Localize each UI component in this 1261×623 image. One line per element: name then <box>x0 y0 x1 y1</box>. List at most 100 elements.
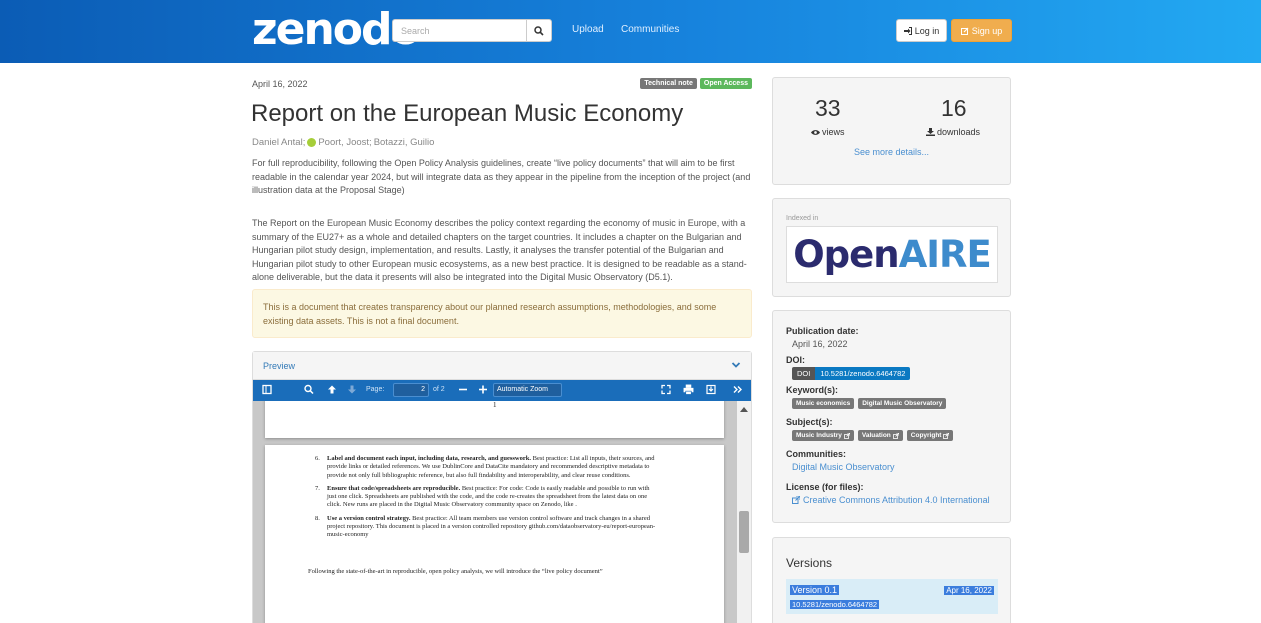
orcid-icon[interactable] <box>307 138 317 147</box>
license-text: Creative Commons Attribution 4.0 Interna… <box>803 495 990 505</box>
pdf-scrollbar[interactable] <box>737 401 751 623</box>
item-text: Use a version control strategy. Best pra… <box>327 515 660 540</box>
sidebar-toggle-icon[interactable] <box>262 384 272 395</box>
indexed-card: Indexed in Open AIRE <box>772 198 1011 297</box>
nav-communities[interactable]: Communities <box>621 24 679 35</box>
zoom-in-icon[interactable] <box>478 384 488 395</box>
keyword-tag[interactable]: Music economics <box>792 398 855 409</box>
license-label: License (for files): <box>786 482 864 492</box>
views-label: views <box>811 127 845 137</box>
preview-header[interactable]: Preview <box>253 352 751 380</box>
doi-badge-prefix: DOI <box>792 367 816 380</box>
author-name: Botazzi, Guilio <box>373 137 435 148</box>
authors: Daniel Antal; Poort, Joost; Botazzi, Gui… <box>252 137 434 148</box>
record-date: April 16, 2022 <box>252 79 308 89</box>
version-date: Apr 16, 2022 <box>944 586 994 595</box>
author-name: Poort, Joost; <box>318 137 372 148</box>
community-link[interactable]: Digital Music Observatory <box>792 462 895 472</box>
openaire-logo-aire: AIRE <box>898 233 992 276</box>
pdf-viewer[interactable]: 1 6. Label and document each input, incl… <box>253 401 751 623</box>
preview-panel: Preview Page: 2 of 2 Automatic Zoom 1 6.… <box>252 351 752 623</box>
list-item: 7. Ensure that code/spreadsheets are rep… <box>315 485 660 510</box>
tools-menu-icon[interactable] <box>733 384 743 395</box>
openaire-logo[interactable]: Open AIRE <box>786 226 998 283</box>
zoom-out-icon[interactable] <box>458 384 468 395</box>
search-icon[interactable] <box>304 384 314 395</box>
search-form <box>392 19 552 42</box>
version-row[interactable]: Version 0.1 Apr 16, 2022 10.5281/zenodo.… <box>786 579 998 614</box>
subjects-label: Subject(s): <box>786 417 833 427</box>
description-paragraph: The Report on the European Music Economy… <box>252 218 747 282</box>
openaire-logo-open: Open <box>793 233 899 276</box>
subject-tag[interactable]: Music Industry <box>792 430 854 441</box>
author-name: Daniel Antal; <box>252 137 306 148</box>
metadata-card: Publication date: April 16, 2022 DOI: DO… <box>772 310 1011 523</box>
subject-tag[interactable]: Copyright <box>906 430 954 441</box>
search-button[interactable] <box>526 19 552 42</box>
indexed-label: Indexed in <box>786 215 819 222</box>
search-input[interactable] <box>392 19 526 42</box>
signup-label: Sign up <box>971 25 1003 36</box>
chevron-down-icon[interactable] <box>731 360 741 370</box>
doi-label: DOI: <box>786 355 805 365</box>
external-link-icon <box>892 432 899 439</box>
preview-label: Preview <box>263 361 296 371</box>
versions-card: Versions Version 0.1 Apr 16, 2022 10.528… <box>772 537 1011 623</box>
external-link-icon <box>943 432 950 439</box>
publication-date-value: April 16, 2022 <box>792 339 848 349</box>
version-name[interactable]: Version 0.1 <box>790 585 840 595</box>
pdf-text: 6. Label and document each input, includ… <box>315 455 660 545</box>
pdf-page: 1 <box>265 401 724 438</box>
item-heading: Label and document each input, including… <box>327 455 532 462</box>
login-button[interactable]: Log in <box>896 19 947 42</box>
versions-title: Versions <box>786 556 833 570</box>
keyword-tag[interactable]: Digital Music Observatory <box>858 398 947 409</box>
communities-label: Communities: <box>786 449 847 459</box>
views-text: views <box>822 127 845 137</box>
sign-in-icon <box>903 26 912 35</box>
list-item: 8. Use a version control strategy. Best … <box>315 515 660 540</box>
downloads-label: downloads <box>926 127 980 137</box>
subject-label: Copyright <box>910 432 942 439</box>
external-link-icon <box>843 432 850 439</box>
doi-badge[interactable]: DOI 10.5281/zenodo.6464782 <box>792 367 911 380</box>
stats-card: 33 views 16 downloads See more details..… <box>772 77 1011 185</box>
item-number: 8. <box>315 514 320 522</box>
record-title: Report on the European Music Economy <box>251 100 684 127</box>
page-number: 1 <box>493 401 497 409</box>
fullscreen-icon[interactable] <box>661 384 671 395</box>
version-doi: 10.5281/zenodo.6464782 <box>790 600 880 609</box>
scroll-up-arrow-icon[interactable] <box>740 406 748 412</box>
eye-icon <box>811 129 820 135</box>
scrollbar-thumb[interactable] <box>739 511 749 553</box>
downloads-count: 16 <box>941 95 967 121</box>
search-icon <box>534 25 544 36</box>
subject-label: Music Industry <box>796 432 842 439</box>
zoom-select[interactable]: Automatic Zoom <box>493 383 562 397</box>
pdf-paragraph: Following the state-of-the-art in reprod… <box>308 568 603 575</box>
next-page-icon[interactable] <box>347 384 357 395</box>
license-link[interactable]: Creative Commons Attribution 4.0 Interna… <box>792 495 990 505</box>
subject-tag[interactable]: Valuation <box>857 430 903 441</box>
print-icon[interactable] <box>683 384 694 395</box>
item-text: Ensure that code/spreadsheets are reprod… <box>327 485 660 510</box>
keywords-label: Keyword(s): <box>786 385 839 395</box>
subjects-list: Music Industry Valuation Copyright <box>792 430 954 441</box>
signup-button[interactable]: Sign up <box>951 19 1012 42</box>
item-text: Label and document each input, including… <box>327 455 660 480</box>
page-number-input[interactable]: 2 <box>393 383 429 397</box>
item-number: 7. <box>315 484 320 492</box>
item-heading: Ensure that code/spreadsheets are reprod… <box>327 484 461 492</box>
doi-badge-value: 10.5281/zenodo.6464782 <box>815 367 911 380</box>
download-icon[interactable] <box>706 384 716 395</box>
item-number: 6. <box>315 455 320 462</box>
see-more-details-link[interactable]: See more details... <box>773 147 1010 157</box>
previous-page-icon[interactable] <box>327 384 337 395</box>
page-label: Page: <box>366 386 385 393</box>
download-icon <box>926 128 935 136</box>
record-badges: Technical note Open Access <box>640 78 752 89</box>
nav-upload[interactable]: Upload <box>572 24 604 35</box>
pdf-toolbar: Page: 2 of 2 Automatic Zoom <box>253 380 751 401</box>
login-label: Log in <box>914 25 940 36</box>
edit-icon <box>960 27 969 35</box>
